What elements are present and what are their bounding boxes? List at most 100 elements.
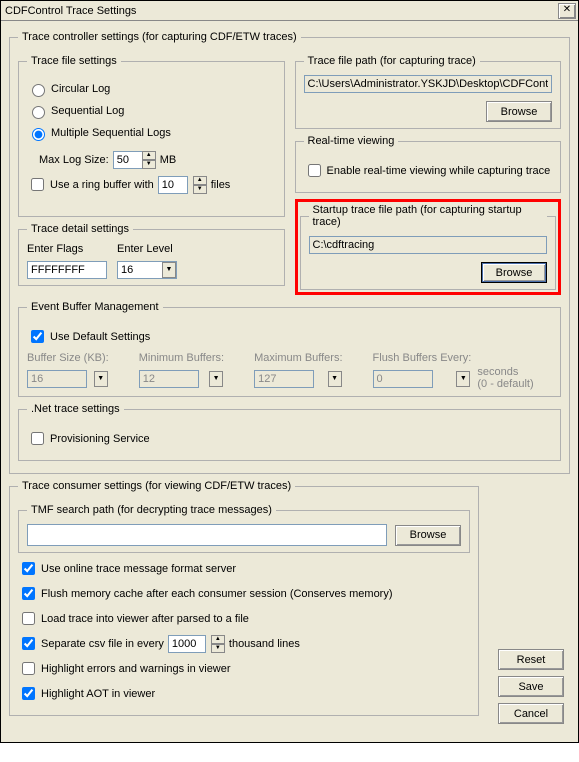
trace-file-path-input[interactable] <box>304 75 553 93</box>
spin-down-icon[interactable]: ▼ <box>142 160 156 169</box>
online-check[interactable] <box>22 562 35 575</box>
max-log-size-row: Max Log Size: ▲▼ MB <box>39 151 276 169</box>
online-label: Use online trace message format server <box>41 563 236 575</box>
spin-btns[interactable]: ▲▼ <box>211 635 225 653</box>
enter-level-combo[interactable]: ▼ <box>117 261 177 279</box>
provisioning-check[interactable] <box>31 432 44 445</box>
seconds-label: seconds (0 - default) <box>477 366 533 390</box>
startup-highlight: Startup trace file path (for capturing s… <box>295 199 562 295</box>
startup-path-legend: Startup trace file path (for capturing s… <box>309 204 548 228</box>
spin-down-icon[interactable]: ▼ <box>211 644 225 653</box>
highlight-err-check[interactable] <box>22 662 35 675</box>
realtime-group: Real-time viewing Enable real-time viewi… <box>295 135 562 193</box>
reset-button[interactable]: Reset <box>498 649 564 670</box>
ring-buffer-check[interactable] <box>31 178 44 191</box>
ring-buffer-input[interactable] <box>158 176 188 194</box>
spin-btns[interactable]: ▲▼ <box>193 176 207 194</box>
event-buffer-group: Event Buffer Management Use Default Sett… <box>18 301 561 397</box>
circular-log-label: Circular Log <box>51 83 110 95</box>
trace-controller-legend: Trace controller settings (for capturing… <box>18 31 301 43</box>
max-log-size-input[interactable] <box>113 151 143 169</box>
ring-buffer-spinner[interactable]: ▲▼ <box>158 176 207 194</box>
startup-path-input[interactable] <box>309 236 548 254</box>
buffer-size-combo: ▼ <box>27 370 109 388</box>
spin-up-icon[interactable]: ▲ <box>211 635 225 644</box>
trace-file-settings-group: Trace file settings Circular Log Sequent… <box>18 55 285 217</box>
provisioning-row: Provisioning Service <box>27 429 552 448</box>
load-trace-row: Load trace into viewer after parsed to a… <box>18 609 470 628</box>
separate-csv-input[interactable] <box>168 635 206 653</box>
flush-col: Flush Buffers Every: ▼ <box>373 352 472 388</box>
spin-up-icon[interactable]: ▲ <box>142 151 156 160</box>
enter-level-col: Enter Level ▼ <box>117 243 177 279</box>
max-buffers-combo: ▼ <box>254 370 342 388</box>
multiple-log-row: Multiple Sequential Logs <box>27 125 276 141</box>
sequential-log-row: Sequential Log <box>27 103 276 119</box>
sequential-log-radio[interactable] <box>32 106 45 119</box>
spin-btns[interactable]: ▲▼ <box>142 151 156 169</box>
separate-csv-row: Separate csv file in every ▲▼ thousand l… <box>18 634 470 653</box>
separate-csv-check[interactable] <box>22 637 35 650</box>
realtime-check[interactable] <box>308 164 321 177</box>
highlight-err-row: Highlight errors and warnings in viewer <box>18 659 470 678</box>
load-trace-check[interactable] <box>22 612 35 625</box>
max-buffers-label: Maximum Buffers: <box>254 352 342 364</box>
highlight-aot-label: Highlight AOT in viewer <box>41 688 155 700</box>
online-row: Use online trace message format server <box>18 559 470 578</box>
highlight-err-label: Highlight errors and warnings in viewer <box>41 663 231 675</box>
realtime-legend: Real-time viewing <box>304 135 399 147</box>
highlight-aot-check[interactable] <box>22 687 35 700</box>
chevron-down-icon: ▼ <box>456 371 470 387</box>
min-buffers-input <box>139 370 199 388</box>
flush-cache-row: Flush memory cache after each consumer s… <box>18 584 470 603</box>
startup-browse-button[interactable]: Browse <box>481 262 547 283</box>
circular-log-row: Circular Log <box>27 81 276 97</box>
enter-level-label: Enter Level <box>117 243 177 255</box>
enter-flags-col: Enter Flags <box>27 243 107 279</box>
titlebar: CDFControl Trace Settings ✕ <box>1 1 578 21</box>
startup-path-group: Startup trace file path (for capturing s… <box>300 204 557 290</box>
mb-label: MB <box>160 154 177 166</box>
buffer-size-input <box>27 370 87 388</box>
max-buffers-col: Maximum Buffers: ▼ <box>254 352 342 388</box>
spin-up-icon[interactable]: ▲ <box>193 176 207 185</box>
flush-combo: ▼ <box>373 370 472 388</box>
net-trace-group: .Net trace settings Provisioning Service <box>18 403 561 461</box>
provisioning-label: Provisioning Service <box>50 433 150 445</box>
trace-consumer-legend: Trace consumer settings (for viewing CDF… <box>18 480 295 492</box>
cancel-button[interactable]: Cancel <box>498 703 564 724</box>
flush-cache-label: Flush memory cache after each consumer s… <box>41 588 393 600</box>
sequential-log-label: Sequential Log <box>51 105 124 117</box>
tmf-legend: TMF search path (for decrypting trace me… <box>27 504 276 516</box>
multiple-log-label: Multiple Sequential Logs <box>51 127 171 139</box>
spin-down-icon[interactable]: ▼ <box>193 185 207 194</box>
separate-csv-spinner[interactable]: ▲▼ <box>168 635 225 653</box>
highlight-aot-row: Highlight AOT in viewer <box>18 684 470 703</box>
min-buffers-label: Minimum Buffers: <box>139 352 224 364</box>
content-area: Trace controller settings (for capturing… <box>1 21 578 762</box>
chevron-down-icon[interactable]: ▼ <box>162 262 176 278</box>
window: CDFControl Trace Settings ✕ Trace contro… <box>0 0 579 743</box>
trace-detail-group: Trace detail settings Enter Flags Enter … <box>18 223 285 286</box>
circular-log-radio[interactable] <box>32 84 45 97</box>
separate-csv-label-b: thousand lines <box>229 638 300 650</box>
net-trace-legend: .Net trace settings <box>27 403 124 415</box>
flush-label: Flush Buffers Every: <box>373 352 472 364</box>
trace-file-path-legend: Trace file path (for capturing trace) <box>304 55 480 67</box>
min-buffers-combo: ▼ <box>139 370 224 388</box>
trace-consumer-group: Trace consumer settings (for viewing CDF… <box>9 480 479 716</box>
multiple-log-radio[interactable] <box>32 128 45 141</box>
max-log-size-label: Max Log Size: <box>39 154 109 166</box>
chevron-down-icon: ▼ <box>328 371 342 387</box>
close-button[interactable]: ✕ <box>558 3 576 19</box>
tmf-path-input[interactable] <box>27 524 387 546</box>
tmf-browse-button[interactable]: Browse <box>395 525 461 546</box>
use-default-row: Use Default Settings <box>27 327 552 346</box>
use-default-check[interactable] <box>31 330 44 343</box>
max-log-size-spinner[interactable]: ▲▼ <box>113 151 156 169</box>
enter-flags-input[interactable] <box>27 261 107 279</box>
flush-cache-check[interactable] <box>22 587 35 600</box>
save-button[interactable]: Save <box>498 676 564 697</box>
trace-path-browse-button[interactable]: Browse <box>486 101 552 122</box>
buffer-size-col: Buffer Size (KB): ▼ <box>27 352 109 388</box>
